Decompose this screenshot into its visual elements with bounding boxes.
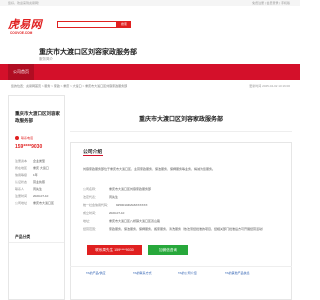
- sidebar-info-key: 联系人: [15, 187, 25, 191]
- info-key: 统一社会信用代码：: [83, 203, 111, 207]
- welcome-text: 您好，欢迎来到虎易网！: [8, 1, 42, 5]
- sidebar-info-row: 公司地址 重庆市大渡口区: [15, 201, 65, 205]
- page-title: 重庆市大渡口区刘容家政服务部: [138, 117, 223, 123]
- wechat-button[interactable]: 加微信咨询: [148, 245, 188, 255]
- sidebar-info-key: 所在地区: [15, 166, 28, 170]
- site-header: 虎易网 COOVOE.COM 搜索 重庆市大渡口区刘容家政服务部 服务简介: [0, 6, 300, 63]
- sidebar-info-key: 公司地址: [15, 201, 28, 205]
- info-value: 重庆市大渡口区八桥镇大渡口区双山路: [109, 219, 161, 223]
- divider: [70, 131, 292, 132]
- info-key: 地址：: [83, 219, 93, 223]
- info-value: 重庆市大渡口区刘容家政服务部: [109, 187, 152, 191]
- section-title: 公司介绍: [83, 150, 103, 155]
- company-subtitle: 服务简介: [39, 57, 53, 61]
- divider: [9, 242, 64, 243]
- phone-label: 联系电话: [21, 136, 34, 140]
- sidebar-info-row: 认证状态 营业执照: [15, 180, 65, 184]
- sidebar-info-key: 信用等级: [15, 173, 28, 177]
- sidebar-phone[interactable]: 159****9030: [15, 144, 42, 150]
- company-intro: 刘容家政服务部位于重庆市大渡口区，主营家政服务、保洁服务、保姆服务等业务，竭诚为…: [83, 167, 216, 171]
- product-category-heading: 产品分类: [15, 235, 31, 239]
- info-row: 统一社会信用代码： 92500104MA6XXXXXX: [83, 203, 283, 207]
- nav-item-home[interactable]: 公司首页: [8, 64, 34, 80]
- sidebar-info-value: 企业类型: [33, 159, 46, 163]
- info-row: 公司名称： 重庆市大渡口区刘容家政服务部: [83, 187, 283, 191]
- sidebar-info-key: 注册时间: [15, 194, 28, 198]
- info-value: 2020-07-10: [109, 211, 125, 215]
- sidebar-info-value: 2020-07-10: [33, 194, 49, 198]
- sidebar-info-value: 1年: [33, 173, 38, 177]
- logo-domain: COOVOE.COM: [10, 31, 33, 35]
- info-key: 法定代表：: [83, 195, 99, 199]
- breadcrumb-bar: 您的位置：虎易网首页 > 服务 > 家政 > 重庆 > 大渡口 > 重庆市大渡口…: [8, 83, 292, 89]
- info-value: 周先生: [109, 195, 119, 199]
- info-key: 公司名称：: [83, 187, 99, 191]
- divider: [70, 266, 292, 267]
- sidebar-info-value: 重庆市大渡口区: [33, 201, 55, 205]
- company-info-card: 公司介绍 刘容家政服务部位于重庆市大渡口区，主营家政服务、保洁服务、保姆服务等业…: [70, 142, 292, 300]
- phone-icon: [15, 136, 19, 140]
- info-key: 成立时间：: [83, 211, 99, 215]
- sidebar-info-key: 注册资本: [15, 159, 28, 163]
- footer-link[interactable]: TA的其他产品信息: [225, 271, 250, 275]
- sidebar-company-name: 重庆市大渡口区刘容家政服务部: [15, 111, 60, 123]
- site-logo[interactable]: 虎易网 COOVOE.COM: [8, 19, 42, 36]
- search-button[interactable]: 搜索: [117, 21, 131, 28]
- info-row: 法定代表： 周先生: [83, 195, 283, 199]
- sidebar-info-value: 重庆 大渡口: [33, 166, 49, 170]
- sidebar-info-row: 所在地区 重庆 大渡口: [15, 166, 65, 170]
- search-input[interactable]: [57, 21, 117, 28]
- sidebar-info-row: 信用等级 1年: [15, 173, 65, 177]
- footer-link[interactable]: TA的产品/供应: [86, 271, 105, 275]
- sidebar-info-value: 周先生: [33, 187, 43, 191]
- account-links[interactable]: 免费注册 | 会员登录 | 手机版: [252, 1, 290, 5]
- footer-link[interactable]: TA的联系方式: [133, 271, 152, 275]
- update-time: 更新时间 2025-04-02 10:16:00: [249, 84, 290, 88]
- logo-text: 虎易网: [8, 19, 42, 31]
- company-name: 重庆市大渡口区刘容家政服务部: [39, 49, 137, 56]
- main-nav: 公司首页: [0, 64, 300, 80]
- breadcrumb[interactable]: 您的位置：虎易网首页 > 服务 > 家政 > 重庆 > 大渡口 > 重庆市大渡口…: [11, 84, 127, 88]
- info-value: 92500104MA6XXXXXX: [116, 203, 148, 207]
- sidebar-info-row: 注册时间 2020-07-10: [15, 194, 65, 198]
- sidebar-info-row: 联系人 周先生: [15, 187, 65, 191]
- sidebar-info-row: 注册资本 企业类型: [15, 159, 65, 163]
- info-key: 经营范围：: [83, 227, 99, 231]
- title-underline: [83, 155, 103, 156]
- sidebar-info-value: 营业执照: [33, 180, 46, 184]
- sidebar-info-key: 认证状态: [15, 180, 28, 184]
- footer-link[interactable]: TA的公司介绍: [178, 271, 197, 275]
- info-row: 地址： 重庆市大渡口区八桥镇大渡口区双山路: [83, 219, 283, 223]
- contact-phone-button[interactable]: 联系周先生 159****9030: [87, 245, 142, 255]
- info-row: 成立时间： 2020-07-10: [83, 211, 283, 215]
- info-row: 经营范围： 家政服务，保洁服务，保姆服务，搬家服务，清洗服务（依法须经批准的项目…: [83, 227, 283, 237]
- main-content: 重庆市大渡口区刘容家政服务部 公司介绍 刘容家政服务部位于重庆市大渡口区，主营家…: [70, 95, 292, 300]
- info-value: 家政服务，保洁服务，保姆服务，搬家服务，清洗服务（依法须经批准的项目，经相关部门…: [109, 227, 266, 231]
- company-sidebar: 重庆市大渡口区刘容家政服务部 联系电话 159****9030 注册资本 企业类…: [8, 95, 65, 300]
